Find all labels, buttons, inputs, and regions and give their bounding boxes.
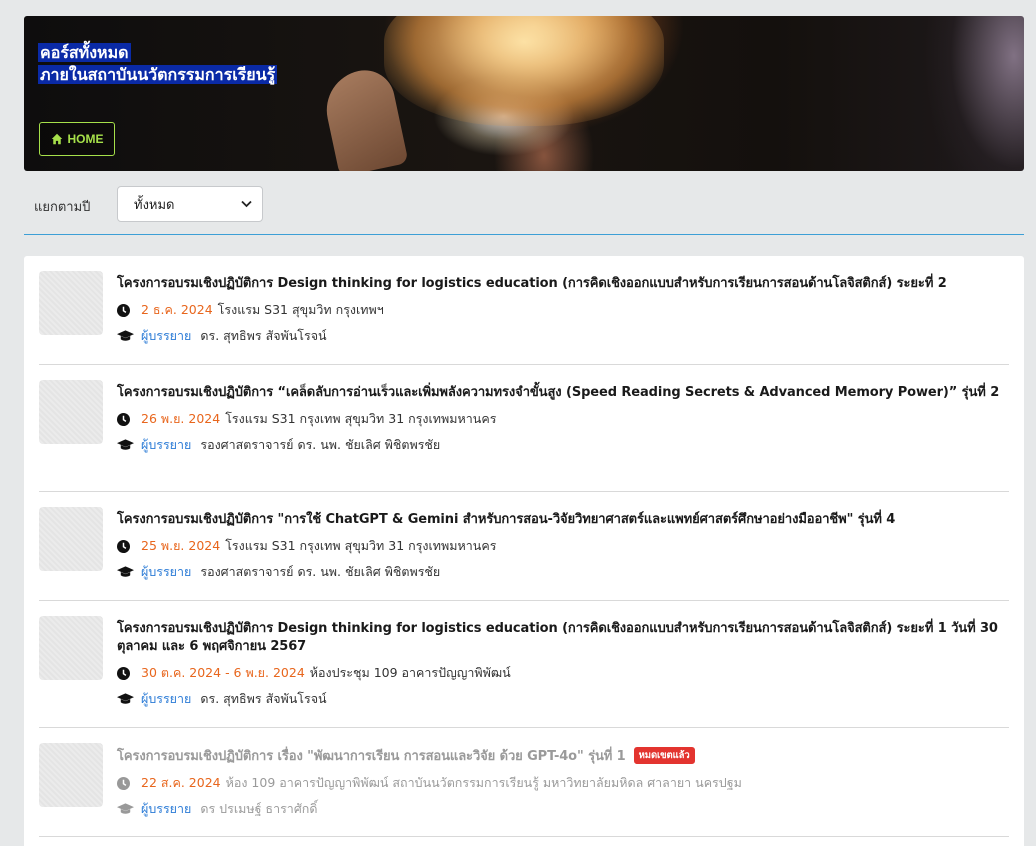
lecturer-label: ผู้บรรยาย [141,437,192,452]
course-date: 30 ต.ค. 2024 - 6 พ.ย. 2024 [141,665,305,680]
lecturer-label: ผู้บรรยาย [141,801,192,816]
clock-icon [117,301,135,319]
expired-badge: หมดเขตแล้ว [633,747,695,764]
lecturer-name: ดร. สุทธิพร สัจพันโรจน์ [200,328,327,343]
year-select-value: ทั้งหมด [134,197,175,213]
course-item: โครงการอบรมเชิงปฏิบัติการ Design thinkin… [39,256,1009,365]
year-select[interactable]: ทั้งหมด [117,186,263,222]
graduation-cap-icon [117,436,135,454]
graduation-cap-icon [117,690,135,708]
clock-icon [117,537,135,555]
course-location: โรงแรม S31 กรุงเทพ สุขุมวิท 31 กรุงเทพมห… [225,538,497,553]
course-location: โรงแรม S31 กรุงเทพ สุขุมวิท 31 กรุงเทพมห… [225,411,497,426]
course-title[interactable]: โครงการอบรมเชิงปฏิบัติการ Design thinkin… [117,275,1007,293]
home-button-label: HOME [67,132,104,146]
home-button[interactable]: HOME [39,122,115,156]
course-date: 26 พ.ย. 2024 [141,411,221,426]
course-title[interactable]: โครงการอบรมเชิงปฏิบัติการ Design thinkin… [117,620,1007,656]
lecturer-name: รองศาสตราจารย์ ดร. นพ. ชัยเลิศ พิชิตพรชั… [200,564,441,579]
chevron-down-icon [241,200,252,208]
course-item: โครงการอบรมเชิงปฏิบัติการ Design thinkin… [39,601,1009,728]
course-title[interactable]: โครงการอบรมเชิงปฏิบัติการ เรื่อง "พัฒนาก… [117,749,626,764]
course-title[interactable]: โครงการอบรมเชิงปฏิบัติการ "การใช้ ChatGP… [117,511,1007,529]
graduation-cap-icon [117,327,135,345]
graduation-cap-icon [117,563,135,581]
lecturer-name: รองศาสตราจารย์ ดร. นพ. ชัยเลิศ พิชิตพรชั… [200,437,441,452]
course-location: โรงแรม S31 สุขุมวิท กรุงเทพฯ [217,302,384,317]
clock-icon [117,664,135,682]
course-location: ห้อง 109 อาคารปัญญาพิพัฒน์ สถาบันนวัตกรร… [225,775,742,790]
page-title: คอร์สทั้งหมด ภายในสถาบันนวัตกรรมการเรียน… [38,42,278,86]
course-thumbnail [39,271,103,335]
lecturer-name: ดร ปรเมษฐ์ ธาราศักดิ์ [200,801,318,816]
page-title-line1: คอร์สทั้งหมด [38,43,131,62]
page-title-line2: ภายในสถาบันนวัตกรรมการเรียนรู้ [38,65,278,84]
course-thumbnail [39,616,103,680]
course-date: 22 ส.ค. 2024 [141,775,221,790]
course-thumbnail [39,507,103,571]
lecturer-label: ผู้บรรยาย [141,564,192,579]
course-item: โครงการอบรมเชิงปฏิบัติการ เรื่อง "พัฒนาก… [39,728,1009,837]
course-location: ห้องประชุม 109 อาคารปัญญาพิพัฒน์ [309,665,511,680]
header-banner: คอร์สทั้งหมด ภายในสถาบันนวัตกรรมการเรียน… [24,16,1024,171]
lecturer-name: ดร. สุทธิพร สัจพันโรจน์ [200,691,327,706]
course-list: โครงการอบรมเชิงปฏิบัติการ Design thinkin… [24,256,1024,846]
lecturer-label: ผู้บรรยาย [141,691,192,706]
year-filter-label: แยกตามปี [34,200,91,215]
clock-icon [117,410,135,428]
lecturer-label: ผู้บรรยาย [141,328,192,343]
course-thumbnail [39,743,103,807]
home-icon [51,133,62,145]
clock-icon [117,774,135,792]
course-title[interactable]: โครงการอบรมเชิงปฏิบัติการ “เคล็ดลับการอ่… [117,384,1007,402]
course-item: โครงการอบรมเชิงปฏิบัติการ “เคล็ดลับการอ่… [39,365,1009,492]
lantern-image [384,16,664,126]
divider [24,234,1024,235]
course-date: 2 ธ.ค. 2024 [141,302,213,317]
graduation-cap-icon [117,800,135,818]
course-thumbnail [39,380,103,444]
year-filter: แยกตามปี ทั้งหมด [24,186,1024,234]
course-item: โครงการอบรมเชิงปฏิบัติการ "การใช้ ChatGP… [39,492,1009,601]
course-date: 25 พ.ย. 2024 [141,538,221,553]
